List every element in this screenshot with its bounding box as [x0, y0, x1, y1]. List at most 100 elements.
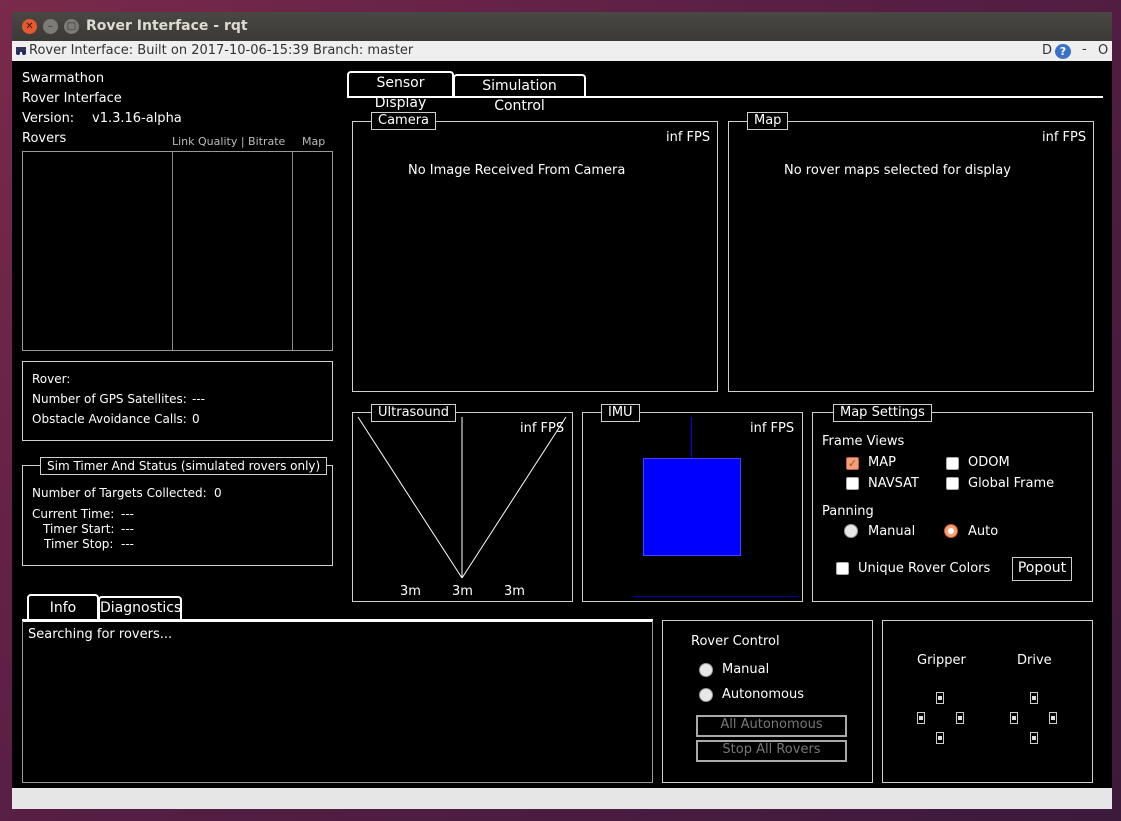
targets-label: Number of Targets Collected:	[32, 486, 207, 500]
maximize-button[interactable]: □	[64, 19, 79, 34]
drive-right-slider[interactable]	[1049, 712, 1057, 724]
camera-fps: inf FPS	[666, 130, 711, 145]
timer-stop-label: Timer Stop:	[44, 537, 114, 551]
navsat-checkbox-label: NAVSAT	[868, 476, 919, 491]
stop-all-rovers-button[interactable]: Stop All Rovers	[696, 740, 847, 762]
imu-axis-line	[691, 417, 692, 459]
sim-timer-panel: Number of Targets Collected: 0 Current T…	[22, 465, 333, 566]
map-title: Map	[747, 112, 789, 130]
imu-cube	[643, 458, 741, 556]
link-quality-header: Link Quality | Bitrate	[172, 135, 286, 148]
ultrasound-center-range: 3m	[452, 584, 473, 599]
plugin-title: Rover Interface: Built on 2017-10-06-15:…	[29, 43, 414, 58]
gripper-up-slider[interactable]	[936, 692, 944, 704]
ultrasound-title: Ultrasound	[371, 404, 456, 422]
manual-mode-radio[interactable]	[699, 663, 713, 677]
rover-list-divider	[172, 152, 173, 350]
map-settings-title: Map Settings	[833, 404, 932, 422]
unique-colors-label: Unique Rover Colors	[858, 561, 991, 576]
title-bar: ✕ – □ Rover Interface - rqt	[12, 12, 1112, 41]
minimize-plugin-button[interactable]: -	[1082, 42, 1087, 57]
minimize-button[interactable]: –	[43, 19, 58, 34]
obstacle-value: 0	[192, 412, 200, 426]
panning-manual-label: Manual	[868, 524, 916, 539]
close-plugin-button[interactable]: O	[1098, 43, 1108, 58]
main-content: Swarmathon Rover Interface Version: v1.3…	[12, 61, 1112, 788]
frame-views-label: Frame Views	[822, 434, 905, 449]
current-time-label: Current Time:	[32, 507, 115, 521]
autonomous-mode-label: Autonomous	[722, 687, 805, 702]
ultrasound-panel: inf FPS 3m 3m 3m	[352, 412, 573, 602]
info-log-panel[interactable]: Searching for rovers...	[22, 621, 653, 783]
camera-message: No Image Received From Camera	[408, 163, 626, 178]
ultrasound-right-range: 3m	[504, 584, 525, 599]
window-title: Rover Interface - rqt	[86, 18, 248, 34]
map-header: Map	[302, 135, 326, 148]
joystick-panel: Gripper Drive	[882, 620, 1093, 783]
gripper-left-slider[interactable]	[917, 712, 925, 724]
map-fps: inf FPS	[1042, 130, 1087, 145]
obstacle-label: Obstacle Avoidance Calls:	[32, 412, 187, 426]
version-value: v1.3.16-alpha	[92, 111, 182, 126]
status-bar	[12, 788, 1112, 809]
ultrasound-left-range: 3m	[400, 584, 421, 599]
drive-up-slider[interactable]	[1030, 692, 1038, 704]
tab-info[interactable]: Info	[27, 594, 99, 620]
popout-button[interactable]: Popout	[1012, 557, 1072, 581]
odom-checkbox[interactable]	[946, 457, 959, 470]
panning-auto-label: Auto	[968, 524, 999, 539]
panning-auto-radio[interactable]	[944, 524, 958, 538]
help-icon[interactable]: ?	[1055, 44, 1071, 59]
ultrasound-graph	[357, 416, 567, 579]
panning-label: Panning	[822, 504, 874, 519]
gripper-label: Gripper	[917, 653, 966, 668]
map-checkbox[interactable]: ✓	[846, 457, 859, 470]
rover-control-panel: Rover Control Manual Autonomous All Auto…	[662, 620, 873, 783]
tab-diagnostics[interactable]: Diagnostics	[98, 596, 182, 620]
tab-sensor-display[interactable]: Sensor Display	[347, 71, 454, 111]
rover-list[interactable]	[22, 151, 333, 351]
timer-start-value: ---	[121, 522, 134, 536]
drive-left-slider[interactable]	[1010, 712, 1018, 724]
all-autonomous-button[interactable]: All Autonomous	[696, 715, 847, 737]
drive-down-slider[interactable]	[1030, 732, 1038, 744]
close-button[interactable]: ✕	[22, 19, 37, 34]
autonomous-mode-radio[interactable]	[699, 688, 713, 702]
manual-mode-label: Manual	[722, 662, 770, 677]
gripper-right-slider[interactable]	[956, 712, 964, 724]
camera-panel: inf FPS No Image Received From Camera	[352, 121, 718, 392]
global-frame-checkbox[interactable]	[946, 477, 959, 490]
tab-simulation-control[interactable]: Simulation Control	[453, 74, 586, 114]
map-checkbox-label: MAP	[868, 455, 896, 470]
ultrasound-fps: inf FPS	[520, 421, 565, 436]
imu-title: IMU	[601, 404, 640, 422]
imu-ground-line	[633, 596, 798, 597]
map-panel: inf FPS No rover maps selected for displ…	[728, 121, 1094, 392]
rover-info-panel: Rover: Number of GPS Satellites: --- Obs…	[22, 361, 333, 441]
panning-manual-radio[interactable]	[844, 524, 858, 538]
navsat-checkbox[interactable]	[846, 477, 859, 490]
dock-button[interactable]: D	[1042, 43, 1052, 58]
map-message: No rover maps selected for display	[784, 163, 1011, 178]
current-time-value: ---	[121, 507, 134, 521]
unique-colors-checkbox[interactable]	[836, 562, 849, 575]
plugin-title-bar: Rover Interface: Built on 2017-10-06-15:…	[12, 41, 1112, 61]
gripper-down-slider[interactable]	[936, 732, 944, 744]
map-settings-panel: Frame Views ✓ MAP ODOM NAVSAT Global Fra…	[812, 412, 1093, 602]
gps-label: Number of GPS Satellites:	[32, 392, 187, 406]
rover-icon	[14, 44, 28, 55]
rover-control-title: Rover Control	[691, 634, 780, 649]
global-frame-checkbox-label: Global Frame	[968, 476, 1055, 491]
app-name: Swarmathon	[22, 71, 105, 86]
odom-checkbox-label: ODOM	[968, 455, 1010, 470]
imu-panel: inf FPS	[582, 412, 803, 602]
gps-value: ---	[192, 392, 205, 406]
camera-title: Camera	[371, 112, 437, 130]
app-subtitle: Rover Interface	[22, 91, 122, 106]
timer-stop-value: ---	[121, 537, 134, 551]
drive-label: Drive	[1017, 653, 1052, 668]
info-log-text: Searching for rovers...	[28, 627, 173, 642]
rover-label: Rover:	[32, 372, 71, 386]
version-label: Version:	[22, 111, 75, 126]
targets-value: 0	[214, 486, 222, 500]
